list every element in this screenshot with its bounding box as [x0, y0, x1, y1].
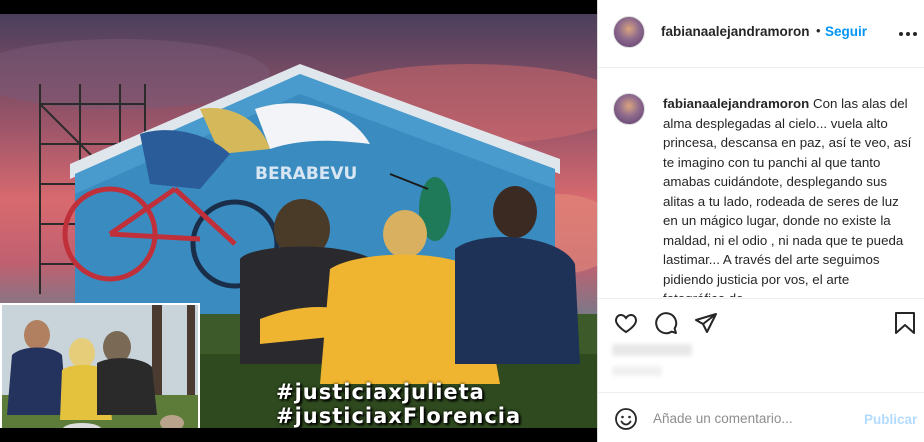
people-group — [240, 186, 580, 384]
more-horizontal-icon — [899, 32, 917, 36]
likes-summary-blurred — [612, 340, 752, 386]
mural-text: BERABEVU — [255, 164, 357, 184]
likes-blur — [612, 344, 692, 356]
post-image[interactable]: BERABEVU #justiciaxjulieta #justiciaxFlo… — [0, 14, 597, 428]
bookmark-icon — [895, 312, 915, 334]
save-button[interactable] — [894, 311, 916, 340]
send-icon — [695, 313, 717, 333]
like-button[interactable] — [614, 311, 638, 340]
caption-text: fabianaalejandramoron Con las alas del a… — [663, 94, 913, 297]
emoji-icon — [615, 408, 637, 430]
post-viewer: BERABEVU #justiciaxjulieta #justiciaxFlo… — [0, 0, 924, 442]
caption-body: Con las alas del alma desplegadas al cie… — [663, 96, 912, 297]
emoji-button[interactable] — [614, 407, 638, 436]
caption-avatar[interactable] — [613, 93, 645, 125]
inset-people-illustration — [2, 305, 198, 428]
date-blur — [612, 366, 662, 376]
header-username[interactable]: fabianaalejandramoron — [661, 24, 810, 39]
caption-username[interactable]: fabianaalejandramoron — [663, 96, 809, 111]
more-options-button[interactable] — [898, 21, 918, 42]
post-header: fabianaalejandramoron • Seguir — [598, 0, 924, 68]
comment-input[interactable] — [653, 407, 853, 429]
header-separator: • — [816, 23, 821, 38]
heart-icon — [615, 313, 637, 334]
avatar[interactable] — [613, 16, 645, 48]
hashtag-overlay-2: #justiciaxFlorencia — [276, 404, 522, 428]
hashtag-overlay-1: #justiciaxjulieta — [276, 380, 485, 404]
follow-button[interactable]: Seguir — [825, 24, 867, 39]
caption-area: fabianaalejandramoron Con las alas del a… — [598, 69, 924, 297]
share-button[interactable] — [694, 311, 718, 340]
inset-photo — [0, 303, 200, 428]
add-comment-bar: Publicar — [598, 392, 924, 442]
comment-button[interactable] — [654, 311, 678, 340]
comment-icon — [655, 312, 678, 335]
publish-button[interactable]: Publicar — [864, 412, 917, 427]
post-side-panel: fabianaalejandramoron • Seguir fabianaal… — [597, 0, 924, 442]
